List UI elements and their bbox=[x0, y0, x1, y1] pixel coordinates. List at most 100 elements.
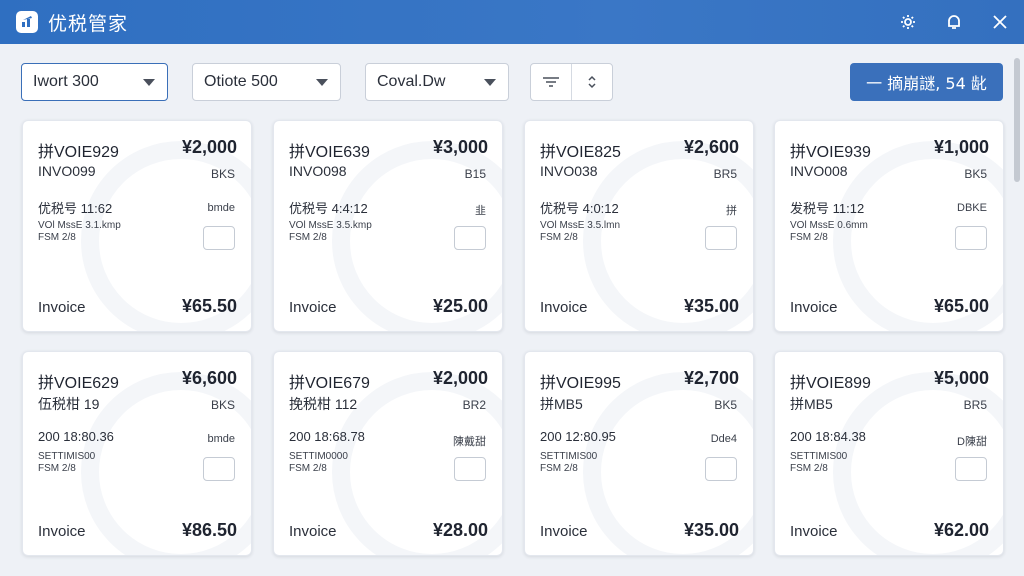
card-type: Invoice bbox=[289, 299, 337, 316]
bell-icon[interactable] bbox=[944, 12, 964, 32]
card-total: ¥25.00 bbox=[432, 296, 488, 316]
card-detail-line: 200 18:80.36 bbox=[38, 429, 114, 444]
card-tag-secondary: bmde bbox=[207, 202, 235, 214]
card-tag-secondary: DBKE bbox=[957, 202, 987, 214]
invoice-card[interactable]: 拼VOIE929 ¥2,000 INVO099 BKS 优税号 11:62 bm… bbox=[22, 120, 252, 332]
card-type: Invoice bbox=[38, 523, 86, 540]
card-checkbox[interactable] bbox=[705, 457, 737, 481]
card-total: ¥28.00 bbox=[432, 520, 488, 540]
app-title: 优税管家 bbox=[48, 12, 129, 35]
card-checkbox[interactable] bbox=[955, 457, 987, 481]
card-amount: ¥5,000 bbox=[933, 368, 989, 388]
card-subtitle: INVO099 bbox=[38, 163, 96, 179]
card-type: Invoice bbox=[540, 523, 588, 540]
card-title: 拼VOIE899 bbox=[790, 375, 871, 392]
filter-lines-icon[interactable] bbox=[531, 64, 571, 100]
card-tag-secondary: bmde bbox=[207, 433, 235, 445]
card-subtitle: 拼MB5 bbox=[540, 396, 583, 412]
chevron-down-icon bbox=[316, 79, 328, 86]
card-title: 拼VOIE995 bbox=[540, 375, 621, 392]
card-meta-line: SETTIMIS00 bbox=[540, 451, 598, 462]
card-tag-secondary: 陳戴甜 bbox=[453, 436, 486, 448]
card-tag: BKS bbox=[210, 398, 235, 412]
card-subtitle: INVO098 bbox=[289, 163, 347, 179]
card-tag: BK5 bbox=[964, 167, 987, 181]
card-tag-secondary: Dde4 bbox=[710, 433, 737, 445]
card-checkbox[interactable] bbox=[203, 226, 235, 250]
card-detail-line: 优税号 4:4:12 bbox=[289, 201, 368, 216]
gear-icon[interactable] bbox=[898, 12, 918, 32]
card-title: 拼VOIE679 bbox=[289, 375, 370, 392]
filter-select-1[interactable]: Iwort 300 bbox=[21, 63, 168, 101]
card-type: Invoice bbox=[790, 523, 838, 540]
card-title: 拼VOIE939 bbox=[790, 144, 871, 161]
invoice-card[interactable]: 拼VOIE825 ¥2,600 INVO038 BR5 优税号 4:0:12 拼… bbox=[524, 120, 754, 332]
primary-action-button[interactable]: 一 摘崩謎, 54 龀 bbox=[850, 63, 1003, 101]
card-subtitle: INVO038 bbox=[540, 163, 598, 179]
card-total: ¥62.00 bbox=[933, 520, 989, 540]
card-amount: ¥1,000 bbox=[933, 137, 989, 157]
close-icon[interactable] bbox=[990, 12, 1010, 32]
card-amount: ¥2,000 bbox=[432, 368, 488, 388]
card-meta-line: SETTIMIS00 bbox=[790, 451, 848, 462]
card-tag: BKS bbox=[210, 167, 235, 181]
card-tag: B15 bbox=[464, 167, 486, 181]
card-subtitle: 拼MB5 bbox=[790, 396, 833, 412]
filter-select-2[interactable]: Otiote 500 bbox=[192, 63, 341, 101]
card-type: Invoice bbox=[790, 299, 838, 316]
card-tag: BR5 bbox=[963, 398, 987, 412]
filter-select-2-value: Otiote 500 bbox=[204, 73, 278, 90]
card-title: 拼VOIE929 bbox=[38, 144, 119, 161]
card-detail-line: 200 18:68.78 bbox=[289, 429, 365, 444]
filter-select-3-value: Coval.Dw bbox=[377, 73, 446, 90]
card-checkbox[interactable] bbox=[454, 226, 486, 250]
card-tag-secondary: 韭 bbox=[475, 205, 486, 217]
card-amount: ¥6,600 bbox=[181, 368, 237, 388]
card-meta-line: FSM 2/8 bbox=[289, 232, 327, 243]
card-title: 拼VOIE639 bbox=[289, 144, 370, 161]
card-meta-line: VOl MssE 3.5.kmp bbox=[289, 220, 372, 231]
card-total: ¥35.00 bbox=[683, 296, 739, 316]
card-total: ¥65.50 bbox=[181, 296, 237, 316]
card-detail-line: 发税号 11:12 bbox=[790, 201, 865, 216]
filter-toolbar: Iwort 300 Otiote 500 Coval.Dw 一 摘崩謎, 54 … bbox=[0, 44, 1024, 120]
invoice-card[interactable]: 拼VOIE899 ¥5,000 拼MB5 BR5 200 18:84.38 D陳… bbox=[774, 351, 1004, 556]
card-tag-secondary: 拼 bbox=[726, 205, 737, 217]
card-meta-line: FSM 2/8 bbox=[38, 463, 76, 474]
sort-icon[interactable] bbox=[571, 64, 612, 100]
card-meta-line: SETTIMIS00 bbox=[38, 451, 96, 462]
invoice-card[interactable]: 拼VOIE639 ¥3,000 INVO098 B15 优税号 4:4:12 韭… bbox=[273, 120, 503, 332]
card-title: 拼VOIE629 bbox=[38, 375, 119, 392]
title-bar: 优税管家 bbox=[0, 0, 1024, 44]
card-meta-line: VOl MssE 3.5.lmn bbox=[540, 220, 621, 231]
chevron-down-icon bbox=[143, 79, 155, 86]
card-tag: BK5 bbox=[714, 398, 737, 412]
scrollbar[interactable] bbox=[1014, 58, 1020, 182]
card-checkbox[interactable] bbox=[955, 226, 987, 250]
primary-action-label: 一 摘崩謎, 54 龀 bbox=[866, 74, 987, 93]
card-tag-secondary: D陳甜 bbox=[957, 436, 987, 448]
card-checkbox[interactable] bbox=[705, 226, 737, 250]
card-meta-line: FSM 2/8 bbox=[289, 463, 327, 474]
card-detail-line: 200 18:84.38 bbox=[790, 429, 866, 444]
card-subtitle: 伍税柑 19 bbox=[38, 396, 100, 412]
card-checkbox[interactable] bbox=[454, 457, 486, 481]
card-type: Invoice bbox=[289, 523, 337, 540]
card-detail-line: 200 12:80.95 bbox=[540, 429, 616, 444]
invoice-card[interactable]: 拼VOIE629 ¥6,600 伍税柑 19 BKS 200 18:80.36 … bbox=[22, 351, 252, 556]
card-meta-line: FSM 2/8 bbox=[790, 232, 828, 243]
invoice-card[interactable]: 拼VOIE995 ¥2,700 拼MB5 BK5 200 12:80.95 Dd… bbox=[524, 351, 754, 556]
card-type: Invoice bbox=[540, 299, 588, 316]
card-checkbox[interactable] bbox=[203, 457, 235, 481]
invoice-card[interactable]: 拼VOIE939 ¥1,000 INVO008 BK5 发税号 11:12 DB… bbox=[774, 120, 1004, 332]
card-subtitle: 挽税柑 112 bbox=[289, 396, 358, 412]
invoice-card[interactable]: 拼VOIE679 ¥2,000 挽税柑 112 BR2 200 18:68.78… bbox=[273, 351, 503, 556]
view-options-group bbox=[530, 63, 613, 101]
card-amount: ¥2,600 bbox=[683, 137, 739, 157]
card-total: ¥35.00 bbox=[683, 520, 739, 540]
filter-select-3[interactable]: Coval.Dw bbox=[365, 63, 509, 101]
card-amount: ¥2,000 bbox=[181, 137, 237, 157]
card-total: ¥86.50 bbox=[181, 520, 237, 540]
card-amount: ¥2,700 bbox=[683, 368, 739, 388]
card-type: Invoice bbox=[38, 299, 86, 316]
